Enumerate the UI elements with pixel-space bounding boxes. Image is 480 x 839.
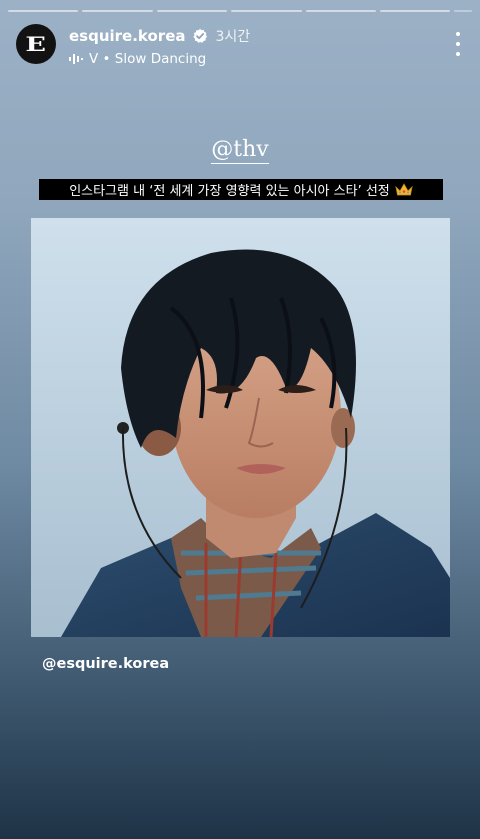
story-header: E esquire.korea 3시간 V • Slow Dancing [16,24,464,68]
progress-segment [380,10,451,12]
avatar[interactable]: E [16,24,56,64]
progress-segment-current [454,10,473,12]
esquire-logo: E [25,32,47,56]
music-bars-icon [69,53,83,65]
progress-segment [305,10,377,12]
music-attribution[interactable]: V • Slow Dancing [69,50,250,68]
progress-segment [231,10,302,12]
story-progress-bars [8,10,473,12]
verified-badge-icon [192,28,208,44]
mention-text: @thv [211,137,269,164]
caption-text: 인스타그램 내 ‘전 세계 가장 영향력 있는 아시아 스타’ 선정 [69,184,390,199]
mention-sticker[interactable]: @thv [0,137,480,164]
more-vertical-icon [456,32,460,36]
username[interactable]: esquire.korea [69,27,186,45]
crown-icon [395,182,413,197]
footer-mention[interactable]: @esquire.korea [42,656,169,672]
portrait-photo[interactable] [31,218,450,637]
header-info: esquire.korea 3시간 V • Slow Dancing [69,26,250,68]
music-label: V • Slow Dancing [89,51,207,67]
post-time: 3시간 [215,29,251,45]
more-options-button[interactable] [454,32,462,56]
progress-segment [156,10,228,12]
progress-segment [8,10,79,12]
progress-segment [82,10,153,12]
caption-box: 인스타그램 내 ‘전 세계 가장 영향력 있는 아시아 스타’ 선정 [39,179,443,200]
